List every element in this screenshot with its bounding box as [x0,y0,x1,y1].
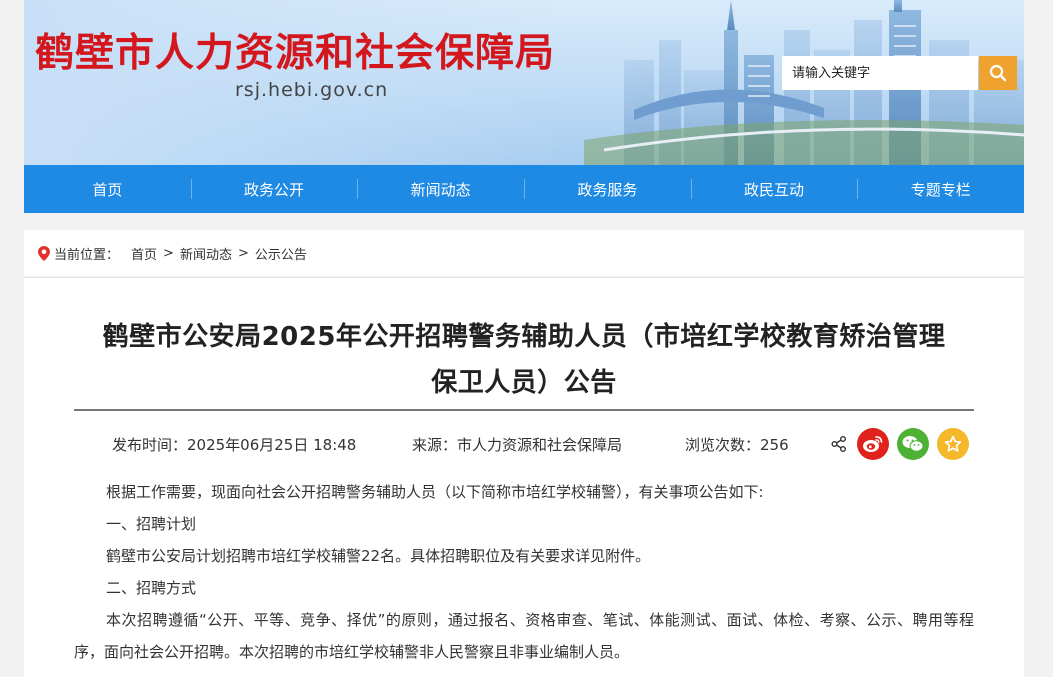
article-title-line: 保卫人员）公告 [431,368,617,398]
star-icon [944,435,962,452]
search-input[interactable] [782,56,978,90]
search-button[interactable] [979,56,1017,90]
article-paragraph: 根据工作需要，现面向社会公开招聘警务辅助人员（以下简称市培红学校辅警），有关事项… [106,483,764,501]
section-heading: 一、招聘计划 [106,515,197,533]
search-icon [989,64,1007,82]
breadcrumb-separator: > [163,245,174,261]
article-paragraph: 鹤壁市公安局计划招聘市培红学校辅警22名。具体招聘职位及有关要求详见附件。 [106,547,651,565]
article-title: 鹤壁市公安局2025年公开招聘警务辅助人员（市培红学校教育矫治管理 保卫人员）公… [74,314,974,406]
view-count: 浏览次数：256 [685,436,789,454]
article: 鹤壁市公安局2025年公开招聘警务辅助人员（市培红学校教育矫治管理 保卫人员）公… [24,277,1024,677]
nav-item-topics[interactable]: 专题专栏 [857,165,1024,213]
breadcrumb-separator: > [237,245,249,261]
title-divider [74,409,974,411]
article-body: 根据工作需要，现面向社会公开招聘警务辅助人员（以下简称市培红学校辅警），有关事项… [74,476,974,668]
article-title-line: 鹤壁市公安局2025年公开招聘警务辅助人员（市培红学校教育矫治管理 [102,322,946,352]
share-wechat-button[interactable] [897,428,929,460]
nav-item-government-affairs[interactable]: 政务公开 [190,165,358,213]
nav-item-news[interactable]: 新闻动态 [357,165,524,213]
site-title: 鹤壁市人力资源和社会保障局 [35,31,556,76]
section-heading: 二、招聘方式 [106,579,197,597]
breadcrumb-home[interactable]: 首页 [131,244,157,263]
publish-time: 发布时间：2025年06月25日 18:48 [112,436,357,454]
favorite-button[interactable] [937,428,969,460]
nav-item-services[interactable]: 政务服务 [524,165,691,213]
site-domain: rsj.hebi.gov.cn [235,79,389,101]
article-paragraph: 本次招聘遵循“公开、平等、竞争、择优”的原则，通过报名、资格审查、笔试、体能测试… [74,611,974,661]
site-header: 鹤壁市人力资源和社会保障局 rsj.hebi.gov.cn [24,0,1024,165]
breadcrumb-news[interactable]: 新闻动态 [180,244,232,263]
main-nav: 首页 政务公开 新闻动态 政务服务 政民互动 专题专栏 [24,165,1024,213]
article-meta: 发布时间：2025年06月25日 18:48 来源：市人力资源和社会保障局 浏览… [74,428,974,460]
article-source: 来源：市人力资源和社会保障局 [412,436,623,454]
breadcrumb-label: 当前位置： [54,247,120,263]
share-weibo-button[interactable] [857,428,889,460]
share-icon[interactable] [830,435,848,453]
wechat-icon [902,436,924,452]
weibo-icon [863,436,883,452]
location-pin-icon [38,245,50,261]
breadcrumb: 当前位置： 首页 > 新闻动态 > 公示公告 [24,230,1024,276]
nav-item-home[interactable]: 首页 [24,165,191,213]
nav-item-interaction[interactable]: 政民互动 [690,165,858,213]
breadcrumb-announcements[interactable]: 公示公告 [255,244,307,263]
